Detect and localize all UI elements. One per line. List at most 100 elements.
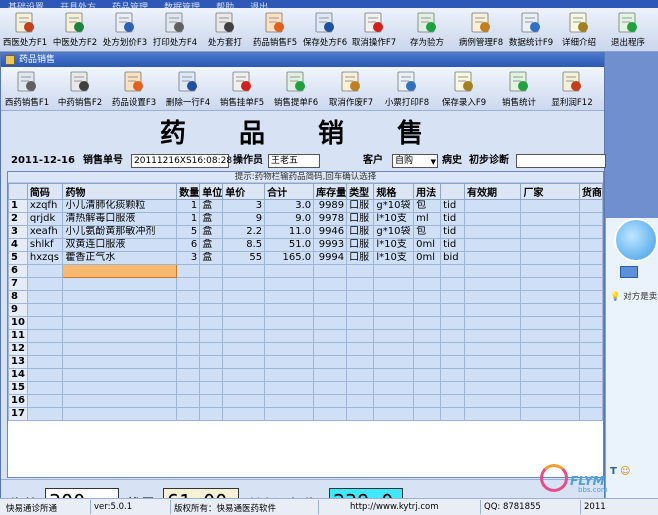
table-cell[interactable] [199,277,224,291]
table-cell[interactable] [26,277,64,291]
table-cell[interactable]: g*10袋 [373,225,415,239]
table-cell[interactable] [373,368,415,382]
table-cell[interactable] [464,355,522,369]
sales-toolbar-button[interactable]: 销售提单F6 [269,67,323,111]
table-cell[interactable] [199,342,224,356]
table-cell[interactable] [578,212,603,226]
table-cell[interactable] [413,368,442,382]
table-cell[interactable] [578,394,603,408]
table-cell[interactable] [199,394,224,408]
table-row[interactable]: 7 [8,277,603,291]
table-cell[interactable] [578,199,603,213]
table-cell[interactable] [176,407,201,421]
column-header[interactable] [440,183,466,200]
table-cell[interactable] [464,381,522,395]
table-cell[interactable] [199,368,224,382]
table-cell[interactable]: l*10支 [373,251,415,265]
table-cell[interactable] [578,264,603,278]
table-cell[interactable] [520,277,580,291]
table-row[interactable]: 6 [8,264,603,278]
table-row[interactable]: 8 [8,290,603,304]
column-header[interactable]: 药物 [62,183,178,200]
table-cell[interactable] [313,264,348,278]
table-cell[interactable]: 双黄连口服液 [62,238,178,252]
table-cell[interactable] [176,394,201,408]
toolbar-button[interactable]: 数据统计F9 [506,8,556,52]
table-cell[interactable] [440,316,466,330]
table-cell[interactable] [346,264,375,278]
table-cell[interactable] [176,329,201,343]
table-cell[interactable] [464,251,522,265]
table-cell[interactable] [62,407,178,421]
table-row[interactable]: 11 [8,329,603,343]
table-cell[interactable]: 口服 [346,199,375,213]
table-cell[interactable] [313,407,348,421]
table-cell[interactable] [62,264,178,278]
table-cell[interactable] [346,329,375,343]
table-cell[interactable] [62,329,178,343]
sales-toolbar-button[interactable]: 删除一行F4 [161,67,215,111]
operator-field[interactable]: 王老五 [268,154,320,168]
table-cell[interactable] [520,407,580,421]
table-cell[interactable] [346,277,375,291]
table-cell[interactable] [176,290,201,304]
table-cell[interactable] [373,303,415,317]
table-cell[interactable] [520,329,580,343]
table-cell[interactable] [222,277,266,291]
table-cell[interactable] [413,394,442,408]
table-cell[interactable] [346,355,375,369]
table-cell[interactable]: shlkf [26,238,64,252]
table-cell[interactable]: g*10袋 [373,199,415,213]
table-cell[interactable] [346,316,375,330]
text-tool-icon[interactable]: T [610,466,617,477]
table-cell[interactable] [440,368,466,382]
column-header[interactable]: 厂家 [520,183,580,200]
table-cell[interactable] [373,342,415,356]
table-cell[interactable]: l*10支 [373,212,415,226]
table-cell[interactable] [313,342,348,356]
column-header[interactable]: 库存量 [313,183,348,200]
table-cell[interactable] [264,277,315,291]
table-cell[interactable] [62,303,178,317]
table-cell[interactable] [264,407,315,421]
table-cell[interactable] [413,264,442,278]
table-cell[interactable] [520,303,580,317]
table-cell[interactable] [520,368,580,382]
table-cell[interactable] [176,277,201,291]
toolbar-button[interactable]: 药品销售F5 [250,8,300,52]
table-cell[interactable] [464,277,522,291]
toolbar-button[interactable]: 详细介绍 [556,8,602,52]
table-cell[interactable] [373,316,415,330]
table-cell[interactable] [578,303,603,317]
table-cell[interactable] [62,316,178,330]
table-cell[interactable] [313,368,348,382]
table-row[interactable]: 16 [8,394,603,408]
table-cell[interactable]: 盒 [199,212,224,226]
table-cell[interactable] [413,407,442,421]
toolbar-button[interactable]: 处方套打 [200,8,250,52]
table-cell[interactable] [464,342,522,356]
table-cell[interactable] [313,329,348,343]
table-cell[interactable] [373,264,415,278]
sales-toolbar-button[interactable]: 小票打印F8 [379,67,435,111]
table-cell[interactable] [520,238,580,252]
table-cell[interactable] [578,290,603,304]
table-cell[interactable]: 藿香正气水 [62,251,178,265]
table-cell[interactable] [578,251,603,265]
sales-toolbar-button[interactable]: 保存录入F9 [435,67,493,111]
table-row[interactable]: 4 shlkf 双黄连口服液 6 盒 8.5 51.0 9993 口服 l*10支 0ml tid [8,238,603,252]
toolbar-button[interactable]: 打印处方F4 [150,8,200,52]
table-cell[interactable]: 9978 [313,212,348,226]
table-cell[interactable]: 9993 [313,238,348,252]
table-cell[interactable] [440,329,466,343]
toolbar-button[interactable]: 退出程序 [602,8,654,52]
table-cell[interactable] [440,290,466,304]
table-cell[interactable] [520,355,580,369]
table-cell[interactable] [264,355,315,369]
table-cell[interactable]: 小儿氨酚黄那敏冲剂 [62,225,178,239]
table-cell[interactable] [413,290,442,304]
table-cell[interactable] [199,290,224,304]
table-cell[interactable] [373,329,415,343]
table-cell[interactable] [176,381,201,395]
table-cell[interactable] [62,290,178,304]
